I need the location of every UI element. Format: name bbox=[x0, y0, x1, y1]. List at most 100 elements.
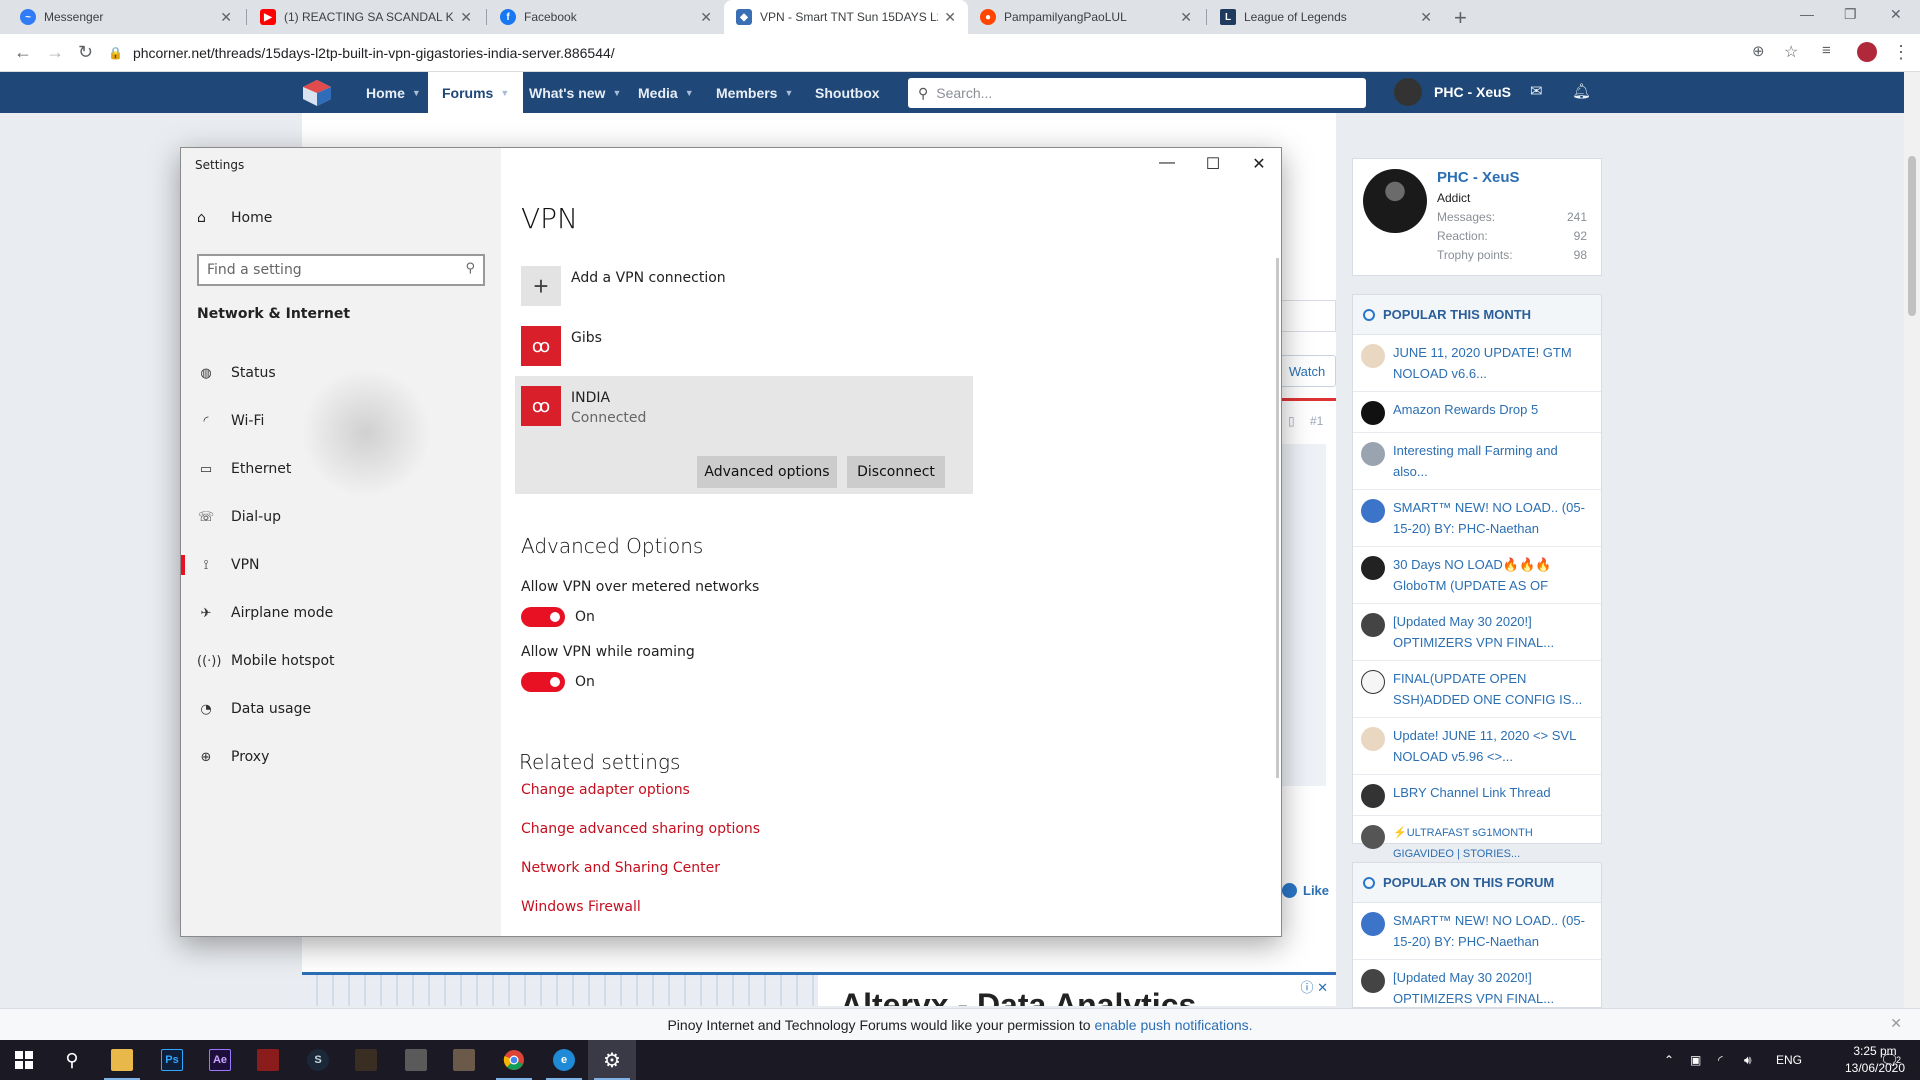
roaming-toggle[interactable] bbox=[521, 672, 565, 692]
close-icon[interactable]: ✕ bbox=[1180, 9, 1192, 26]
volume-icon[interactable]: 🔊︎ bbox=[1744, 1040, 1752, 1080]
list-item[interactable]: Update! JUNE 11, 2020 <> SVL NOLOAD v5.9… bbox=[1353, 718, 1601, 775]
metered-networks-toggle[interactable] bbox=[521, 607, 565, 627]
minimize-icon[interactable]: — bbox=[1800, 6, 1814, 22]
close-icon[interactable]: ✕ bbox=[1890, 1015, 1902, 1032]
site-logo-icon[interactable] bbox=[302, 79, 332, 107]
bookmark-star-icon[interactable]: ☆ bbox=[1784, 42, 1798, 62]
address-bar[interactable]: 🔒 phcorner.net/threads/15days-l2tp-built… bbox=[108, 38, 1788, 68]
app-brown-button[interactable] bbox=[440, 1040, 488, 1080]
new-tab-button[interactable]: + bbox=[1454, 5, 1467, 31]
post-number[interactable]: #1 bbox=[1310, 414, 1323, 428]
ad-banner[interactable]: Alteryx - Data Analytics ⓘ ✕ bbox=[302, 972, 1336, 1006]
inbox-icon[interactable]: ✉ bbox=[1530, 82, 1543, 100]
search-button[interactable]: ⚲ bbox=[48, 1040, 96, 1080]
clock[interactable]: 3:25 pm 13/06/2020 bbox=[1834, 1043, 1916, 1077]
app-red-button[interactable] bbox=[244, 1040, 292, 1080]
nav-forums[interactable]: Forums ▼ bbox=[428, 72, 524, 113]
nav-airplane-mode[interactable]: ✈ Airplane mode bbox=[181, 593, 501, 633]
restore-icon[interactable]: ❐ bbox=[1844, 6, 1857, 23]
back-icon[interactable]: ← bbox=[14, 42, 32, 63]
start-button[interactable] bbox=[0, 1040, 48, 1080]
windows-firewall-link[interactable]: Windows Firewall bbox=[521, 899, 641, 915]
settings-taskbar-button[interactable]: ⚙ bbox=[588, 1040, 636, 1080]
nav-vpn[interactable]: ⟟ VPN bbox=[181, 545, 501, 585]
network-icon[interactable]: ◜ bbox=[1718, 1040, 1723, 1080]
nav-home[interactable]: Home ▼ bbox=[366, 72, 421, 113]
avatar[interactable] bbox=[1363, 169, 1427, 233]
bell-icon[interactable]: 🔔︎ bbox=[1572, 82, 1591, 100]
list-item[interactable]: LBRY Channel Link Thread bbox=[1353, 775, 1601, 816]
nav-status[interactable]: ◍ Status bbox=[181, 353, 501, 393]
profile-name[interactable]: PHC - XeuS bbox=[1437, 169, 1520, 186]
close-icon[interactable]: ✕ bbox=[944, 9, 956, 26]
tab-vpn-thread[interactable]: ◆ VPN - Smart TNT Sun 15DAYS L2 ✕ bbox=[724, 0, 968, 34]
advanced-options-button[interactable]: Advanced options bbox=[697, 456, 837, 488]
menu-icon[interactable]: ⋮ bbox=[1892, 42, 1910, 63]
tab-messenger[interactable]: ~ Messenger ✕ bbox=[8, 0, 244, 34]
change-adapter-options-link[interactable]: Change adapter options bbox=[521, 782, 690, 798]
steam-button[interactable]: S bbox=[294, 1040, 342, 1080]
list-item[interactable]: 30 Days NO LOAD🔥🔥🔥 GloboTM (UPDATE AS OF bbox=[1353, 547, 1601, 604]
action-center-icon[interactable]: 🗨︎ 2 bbox=[1880, 1040, 1901, 1080]
list-item[interactable]: SMART™ NEW! NO LOAD.. (05-15-20) BY: PHC… bbox=[1353, 903, 1601, 960]
language-indicator[interactable]: ENG bbox=[1776, 1040, 1802, 1080]
nav-wifi[interactable]: ◜ Wi-Fi bbox=[181, 401, 501, 441]
minecraft-button[interactable] bbox=[392, 1040, 440, 1080]
thread-title[interactable]: Interesting mall Farming and also... bbox=[1393, 440, 1593, 482]
reload-icon[interactable]: ↻ bbox=[78, 42, 93, 63]
after-effects-button[interactable]: Ae bbox=[196, 1040, 244, 1080]
scrollbar-thumb[interactable] bbox=[1908, 156, 1916, 316]
close-icon[interactable]: ✕ bbox=[220, 9, 232, 26]
thread-title[interactable]: SMART™ NEW! NO LOAD.. (05-15-20) BY: PHC… bbox=[1393, 910, 1593, 952]
list-item[interactable]: JUNE 11, 2020 UPDATE! GTM NOLOAD v6.6... bbox=[1353, 335, 1601, 392]
tab-league[interactable]: L League of Legends ✕ bbox=[1208, 0, 1444, 34]
nav-members[interactable]: Members ▼ bbox=[716, 72, 793, 113]
enable-push-link[interactable]: enable push notifications. bbox=[1095, 1017, 1253, 1033]
edge-button[interactable]: e bbox=[540, 1040, 588, 1080]
nav-ethernet[interactable]: ▭ Ethernet bbox=[181, 449, 501, 489]
vpn-connection-india[interactable]: ꝏ INDIA Connected bbox=[521, 386, 646, 426]
close-icon[interactable]: ✕ bbox=[1420, 9, 1432, 26]
thread-title[interactable]: Amazon Rewards Drop 5 bbox=[1393, 399, 1538, 425]
chrome-button[interactable] bbox=[490, 1040, 538, 1080]
thread-title[interactable]: [Updated May 30 2020!] OPTIMIZERS VPN FI… bbox=[1393, 967, 1593, 1009]
nav-user-menu[interactable]: PHC - XeuS bbox=[1394, 78, 1511, 106]
nav-whats-new[interactable]: What's new ▼ bbox=[529, 72, 621, 113]
close-window-icon[interactable]: ✕ bbox=[1890, 6, 1902, 23]
thread-title[interactable]: FINAL(UPDATE OPEN SSH)ADDED ONE CONFIG I… bbox=[1393, 668, 1593, 710]
thread-title[interactable]: 30 Days NO LOAD🔥🔥🔥 GloboTM (UPDATE AS OF bbox=[1393, 554, 1593, 596]
file-explorer-button[interactable] bbox=[98, 1040, 146, 1080]
show-hidden-icons[interactable]: ⌃ bbox=[1664, 1040, 1674, 1080]
site-search-input[interactable]: ⚲ Search... bbox=[908, 78, 1366, 108]
thread-title[interactable]: LBRY Channel Link Thread bbox=[1393, 782, 1551, 808]
photoshop-button[interactable]: Ps bbox=[148, 1040, 196, 1080]
disconnect-button[interactable]: Disconnect bbox=[847, 456, 945, 488]
list-item[interactable]: [Updated May 30 2020!] OPTIMIZERS VPN FI… bbox=[1353, 604, 1601, 661]
nav-mobile-hotspot[interactable]: ((·)) Mobile hotspot bbox=[181, 641, 501, 681]
nav-shoutbox[interactable]: Shoutbox bbox=[815, 72, 880, 113]
app-dark-button[interactable] bbox=[342, 1040, 390, 1080]
thread-title[interactable]: SMART™ NEW! NO LOAD.. (05-15-20) BY: PHC… bbox=[1393, 497, 1593, 539]
bookmark-icon[interactable]: ▯ bbox=[1288, 414, 1295, 428]
thread-title[interactable]: ⚡ULTRAFAST sG1MONTH GIGAVIDEO | STORIES.… bbox=[1393, 823, 1593, 865]
nav-data-usage[interactable]: ◔ Data usage bbox=[181, 689, 501, 729]
tab-facebook[interactable]: f Facebook ✕ bbox=[488, 0, 724, 34]
thread-title[interactable]: Update! JUNE 11, 2020 <> SVL NOLOAD v5.9… bbox=[1393, 725, 1593, 767]
profile-avatar[interactable] bbox=[1857, 42, 1877, 62]
install-app-icon[interactable]: ⊕ bbox=[1752, 42, 1765, 60]
thread-title[interactable]: JUNE 11, 2020 UPDATE! GTM NOLOAD v6.6... bbox=[1393, 342, 1593, 384]
network-sharing-center-link[interactable]: Network and Sharing Center bbox=[521, 860, 720, 876]
list-item[interactable]: SMART™ NEW! NO LOAD.. (05-15-20) BY: PHC… bbox=[1353, 490, 1601, 547]
page-scrollbar[interactable] bbox=[1904, 72, 1920, 1008]
settings-home[interactable]: ⌂ Home bbox=[197, 210, 272, 226]
nav-proxy[interactable]: ⊕ Proxy bbox=[181, 737, 501, 777]
close-icon[interactable]: ✕ bbox=[700, 9, 712, 26]
ad-close-icon[interactable]: ⓘ ✕ bbox=[1300, 977, 1328, 996]
nav-dialup[interactable]: ☏ Dial-up bbox=[181, 497, 501, 537]
add-vpn-connection[interactable]: + Add a VPN connection bbox=[521, 266, 726, 306]
tab-youtube[interactable]: ▶ (1) REACTING SA SCANDAL KO? ✕ bbox=[248, 0, 484, 34]
list-item[interactable]: Amazon Rewards Drop 5 bbox=[1353, 392, 1601, 433]
change-sharing-options-link[interactable]: Change advanced sharing options bbox=[521, 821, 760, 837]
like-button[interactable]: Like bbox=[1282, 883, 1329, 898]
